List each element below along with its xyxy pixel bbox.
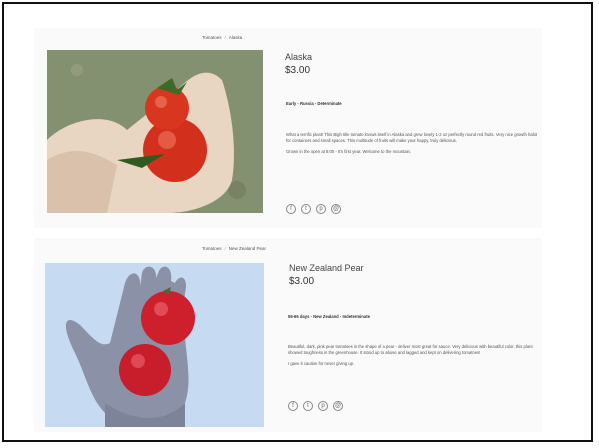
email-icon[interactable]: @ (333, 401, 343, 411)
product-description: Beautiful, dark, pink pear tomatoes in t… (288, 344, 543, 373)
twitter-icon[interactable]: t (301, 204, 311, 214)
product-image[interactable] (47, 50, 263, 213)
product-tags: Early - Russia - Determinate (286, 101, 342, 106)
breadcrumb-current: Alaska (228, 35, 243, 40)
twitter-icon[interactable]: t (303, 401, 313, 411)
breadcrumb-current: New Zealand Pear (228, 246, 267, 251)
product-price: $3.00 (285, 65, 311, 76)
pinterest-icon[interactable]: p (318, 401, 328, 411)
share-buttons: f t p @ (288, 401, 343, 411)
description-paragraph: Grown in the open at 8:00 - It's first y… (286, 149, 412, 155)
breadcrumb-separator: / (224, 35, 226, 40)
description-paragraph: What a terrific plant! This Bigh title t… (286, 132, 538, 144)
share-buttons: f t p @ (286, 204, 341, 214)
breadcrumb-link-tomatoes[interactable]: Tomatoes (202, 246, 222, 251)
breadcrumb: Tomatoes / New Zealand Pear (202, 246, 266, 251)
product-title: Alaska (285, 52, 313, 62)
product-tags: 55-65 days - New Zealand - Indeterminate (288, 314, 370, 319)
description-paragraph: Beautiful, dark, pink pear tomatoes in t… (288, 344, 533, 356)
breadcrumb: Tomatoes / Alaska (202, 35, 242, 40)
description-paragraph: I gave it caution for never giving up. (288, 361, 355, 367)
breadcrumb-link-tomatoes[interactable]: Tomatoes (202, 35, 222, 40)
email-icon[interactable]: @ (331, 204, 341, 214)
product-description: What a terrific plant! This Bigh title t… (286, 132, 541, 161)
facebook-icon[interactable]: f (286, 204, 296, 214)
facebook-icon[interactable]: f (288, 401, 298, 411)
pinterest-icon[interactable]: p (316, 204, 326, 214)
product-image[interactable] (45, 263, 264, 427)
product-price: $3.00 (289, 276, 315, 287)
product-title: New Zealand Pear (289, 263, 364, 273)
breadcrumb-separator: / (224, 246, 226, 251)
